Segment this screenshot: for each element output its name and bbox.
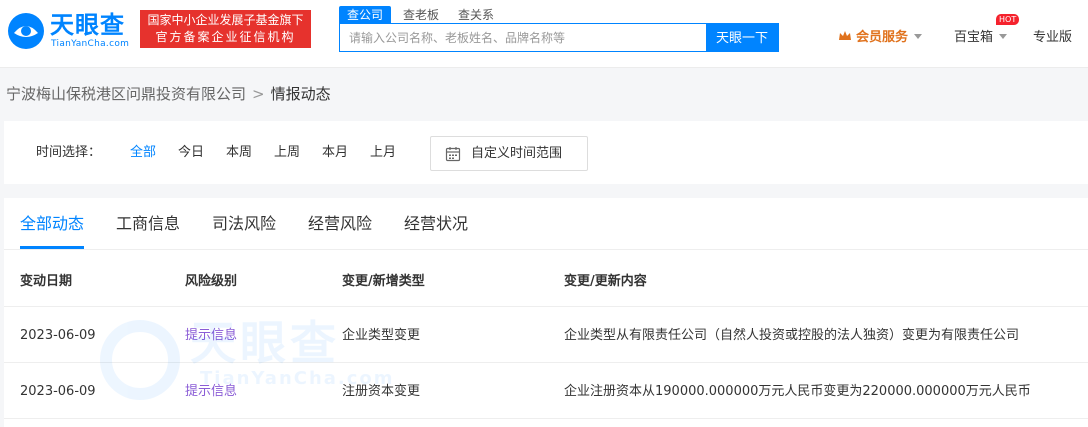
top-header: 天眼查 TianYanCha.com 国家中小企业发展子基金旗下 官方备案企业征… bbox=[0, 0, 1088, 68]
tab-operating-status[interactable]: 经营状况 bbox=[404, 213, 468, 235]
row-risk-level[interactable]: 提示信息 bbox=[185, 383, 237, 401]
category-tabs: 全部动态 工商信息 司法风险 经营风险 经营状况 bbox=[4, 198, 1088, 250]
breadcrumb-separator: > bbox=[252, 85, 265, 103]
news-card: 全部动态 工商信息 司法风险 经营风险 经营状况 变动日期 风险级别 变更/新增… bbox=[4, 198, 1088, 427]
logo-text: 天眼查 bbox=[50, 11, 125, 39]
breadcrumb: 宁波梅山保税港区问鼎投资有限公司 > 情报动态 bbox=[6, 84, 331, 104]
breadcrumb-company-link[interactable]: 宁波梅山保税港区问鼎投资有限公司 bbox=[6, 85, 246, 103]
column-header-change-type: 变更/新增类型 bbox=[342, 274, 425, 289]
row-date: 2023-06-09 bbox=[20, 384, 96, 399]
custom-time-range-label: 自定义时间范围 bbox=[471, 146, 563, 161]
site-logo[interactable]: 天眼查 TianYanCha.com bbox=[6, 9, 136, 53]
table-header: 变动日期 风险级别 变更/新增类型 变更/更新内容 bbox=[4, 258, 1088, 307]
fund-badge-line-2: 官方备案企业征信机构 bbox=[155, 30, 296, 44]
tab-business-info[interactable]: 工商信息 bbox=[116, 213, 180, 235]
time-option-last-week[interactable]: 上周 bbox=[274, 144, 300, 162]
row-change-type: 注册资本变更 bbox=[342, 384, 421, 399]
tab-operating-risk[interactable]: 经营风险 bbox=[308, 213, 372, 235]
logo-eye-icon bbox=[8, 13, 44, 49]
time-option-today[interactable]: 今日 bbox=[178, 144, 204, 162]
row-change-content: 企业类型从有限责任公司（自然人投资或控股的法人独资）变更为有限责任公司 bbox=[564, 328, 1020, 343]
active-tab-indicator bbox=[20, 246, 84, 249]
search-tab-company[interactable]: 查公司 bbox=[339, 6, 392, 24]
column-header-date: 变动日期 bbox=[20, 274, 73, 289]
row-change-type: 企业类型变更 bbox=[342, 328, 421, 343]
search-tab-relation[interactable]: 查关系 bbox=[458, 6, 494, 24]
time-option-this-week[interactable]: 本周 bbox=[226, 144, 252, 162]
time-option-this-month[interactable]: 本月 bbox=[322, 144, 348, 162]
table-row: 2023-06-09 提示信息 企业类型变更 企业类型从有限责任公司（自然人投资… bbox=[4, 308, 1088, 363]
calendar-icon bbox=[445, 147, 461, 162]
search-box: 天眼一下 bbox=[339, 23, 779, 52]
row-risk-level[interactable]: 提示信息 bbox=[185, 327, 237, 345]
tab-all-news[interactable]: 全部动态 bbox=[20, 213, 84, 235]
search-input[interactable] bbox=[340, 24, 708, 51]
column-header-risk-level: 风险级别 bbox=[185, 274, 238, 289]
row-date: 2023-06-09 bbox=[20, 328, 96, 343]
custom-time-range-button[interactable]: 自定义时间范围 bbox=[430, 136, 588, 171]
member-service-menu[interactable]: 会员服务 bbox=[838, 29, 923, 47]
fund-badge: 国家中小企业发展子基金旗下 官方备案企业征信机构 bbox=[140, 10, 311, 48]
search-button[interactable]: 天眼一下 bbox=[706, 23, 778, 52]
time-option-all[interactable]: 全部 bbox=[130, 144, 156, 162]
crown-icon bbox=[839, 31, 851, 40]
table-row: 2023-06-09 提示信息 注册资本变更 企业注册资本从190000.000… bbox=[4, 364, 1088, 419]
member-service-label: 会员服务 bbox=[856, 30, 909, 45]
hot-badge: HOT bbox=[996, 14, 1020, 25]
fund-badge-line-1: 国家中小企业发展子基金旗下 bbox=[147, 13, 304, 27]
row-change-content: 企业注册资本从190000.000000万元人民币变更为220000.00000… bbox=[564, 384, 1031, 399]
treasure-box-label: 百宝箱 bbox=[954, 30, 994, 45]
time-filter-card: 时间选择： 全部 今日 本周 上周 本月 上月 自定义时间范围 bbox=[4, 121, 1088, 184]
chevron-down-icon bbox=[914, 34, 923, 39]
pro-version-link[interactable]: 专业版 bbox=[1033, 29, 1072, 47]
treasure-box-menu[interactable]: 百宝箱 bbox=[954, 29, 1008, 47]
column-header-change-content: 变更/更新内容 bbox=[564, 274, 647, 289]
logo-subtext: TianYanCha.com bbox=[51, 39, 130, 49]
chevron-down-icon bbox=[999, 34, 1008, 39]
time-option-last-month[interactable]: 上月 bbox=[370, 144, 396, 162]
breadcrumb-current: 情报动态 bbox=[270, 85, 331, 103]
time-filter-label: 时间选择： bbox=[36, 145, 102, 160]
tab-judicial-risk[interactable]: 司法风险 bbox=[212, 213, 276, 235]
search-tab-boss[interactable]: 查老板 bbox=[403, 6, 439, 24]
